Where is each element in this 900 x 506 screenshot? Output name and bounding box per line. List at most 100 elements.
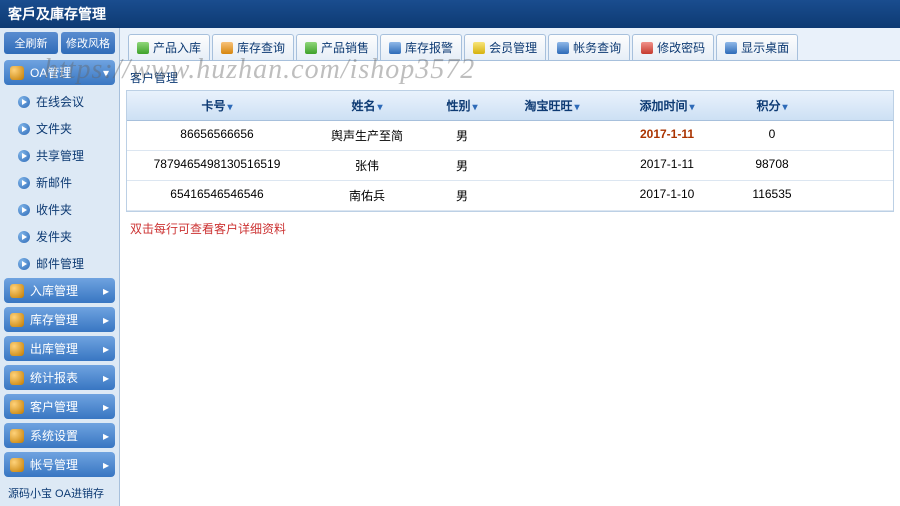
- book-icon: [557, 42, 569, 54]
- cell-actions: [817, 121, 893, 150]
- table-row[interactable]: 86656566656舆声生产至简男 2017-1-110: [127, 121, 893, 151]
- col-name[interactable]: 姓名▾: [307, 91, 427, 120]
- sidebar-group-account[interactable]: 帐号管理▸: [4, 452, 115, 477]
- col-wangwang[interactable]: 淘宝旺旺▾: [497, 91, 607, 120]
- chevron-right-icon: ▸: [103, 458, 109, 472]
- tab-alarm[interactable]: 库存报警: [380, 34, 462, 60]
- cell-card: 787946549813051651​9: [127, 151, 307, 180]
- gear-icon: [10, 429, 24, 443]
- col-sex[interactable]: 性别▾: [427, 91, 497, 120]
- tab-accounts[interactable]: 帐务查询: [548, 34, 630, 60]
- bell-icon: [389, 42, 401, 54]
- cell-name: 张伟: [307, 151, 427, 180]
- sidebar-item-share[interactable]: 共享管理: [4, 143, 115, 168]
- tab-sales[interactable]: 产品销售: [296, 34, 378, 60]
- lock-icon: [641, 42, 653, 54]
- tab-stockquery[interactable]: 库存查询: [212, 34, 294, 60]
- box-icon: [10, 313, 24, 327]
- home-icon: [10, 66, 24, 80]
- col-date[interactable]: 添加时间▾: [607, 91, 727, 120]
- users-icon: [473, 42, 485, 54]
- play-icon: [18, 177, 30, 189]
- sidebar-item-newmail[interactable]: 新邮件: [4, 170, 115, 195]
- cell-card: 86656566656: [127, 121, 307, 150]
- chevron-right-icon: ▸: [103, 342, 109, 356]
- cell-wangwang: [497, 181, 607, 210]
- cell-date: 2017-1-11: [607, 121, 727, 150]
- sidebar-group-inventory[interactable]: 库存管理▸: [4, 307, 115, 332]
- chart-icon: [10, 371, 24, 385]
- chevron-right-icon: ▸: [103, 313, 109, 327]
- cell-points: 116535: [727, 181, 817, 210]
- play-icon: [18, 96, 30, 108]
- cell-sex: 男: [427, 121, 497, 150]
- sort-icon: ▾: [472, 102, 477, 113]
- tag-icon: [305, 42, 317, 54]
- main-panel: 产品入库 库存查询 产品销售 库存报警 会员管理 帐务查询 修改密码 显示桌面 …: [120, 28, 900, 506]
- col-actions: [817, 91, 893, 120]
- tab-desktop[interactable]: 显示桌面: [716, 34, 798, 60]
- play-icon: [18, 231, 30, 243]
- sidebar-group-customer[interactable]: 客户管理▸: [4, 394, 115, 419]
- tab-member[interactable]: 会员管理: [464, 34, 546, 60]
- box-icon: [10, 284, 24, 298]
- chevron-right-icon: ▸: [103, 284, 109, 298]
- cell-actions: [817, 181, 893, 210]
- cell-date: 2017-1-10: [607, 181, 727, 210]
- sort-icon: ▾: [574, 102, 579, 113]
- app-header: 客戶及庫存管理: [0, 0, 900, 28]
- sidebar-group-stockin[interactable]: 入库管理▸: [4, 278, 115, 303]
- sidebar-item-outbox[interactable]: 发件夹: [4, 224, 115, 249]
- sidebar-footer: 源码小宝 OA进销存: [4, 481, 115, 505]
- sort-icon: ▾: [227, 102, 232, 113]
- play-icon: [18, 204, 30, 216]
- cell-name: 南佑兵: [307, 181, 427, 210]
- customer-table: 卡号▾ 姓名▾ 性别▾ 淘宝旺旺▾ 添加时间▾ 积分▾ 86656566656舆…: [126, 90, 894, 212]
- page-title: 客户管理: [120, 61, 900, 90]
- sort-icon: ▾: [377, 102, 382, 113]
- sidebar: 全刷新 修改风格 OA管理 ▾ 在线会议 文件夹 共享管理 新邮件 收件夹 发件…: [0, 28, 120, 506]
- cell-wangwang: [497, 121, 607, 150]
- sort-icon: ▾: [782, 102, 787, 113]
- key-icon: [10, 458, 24, 472]
- arrow-in-icon: [137, 42, 149, 54]
- cell-date: 2017-1-11: [607, 151, 727, 180]
- chevron-right-icon: ▸: [103, 371, 109, 385]
- tab-stockin[interactable]: 产品入库: [128, 34, 210, 60]
- app-title: 客戶及庫存管理: [8, 4, 106, 24]
- sidebar-group-label: OA管理: [30, 64, 71, 81]
- cell-sex: 男: [427, 181, 497, 210]
- sidebar-group-stockout[interactable]: 出库管理▸: [4, 336, 115, 361]
- table-row[interactable]: 65416546546546南佑兵男 2017-1-10116535: [127, 181, 893, 211]
- box-icon: [10, 342, 24, 356]
- col-points[interactable]: 积分▾: [727, 91, 817, 120]
- cell-actions: [817, 151, 893, 180]
- sidebar-item-mailmgr[interactable]: 邮件管理: [4, 251, 115, 276]
- chevron-right-icon: ▸: [103, 400, 109, 414]
- cell-sex: 男: [427, 151, 497, 180]
- change-style-button[interactable]: 修改风格: [61, 32, 115, 54]
- play-icon: [18, 123, 30, 135]
- sort-icon: ▾: [689, 102, 694, 113]
- tab-password[interactable]: 修改密码: [632, 34, 714, 60]
- table-row[interactable]: 787946549813051651​9张伟男 2017-1-1198708: [127, 151, 893, 181]
- cell-name: 舆声生产至简: [307, 121, 427, 150]
- sidebar-group-report[interactable]: 统计报表▸: [4, 365, 115, 390]
- cell-points: 98708: [727, 151, 817, 180]
- monitor-icon: [725, 42, 737, 54]
- table-hint: 双击每行可查看客户详细资料: [120, 212, 900, 245]
- cell-points: 0: [727, 121, 817, 150]
- tabbar: 产品入库 库存查询 产品销售 库存报警 会员管理 帐务查询 修改密码 显示桌面: [120, 28, 900, 61]
- search-icon: [221, 42, 233, 54]
- cell-card: 65416546546546: [127, 181, 307, 210]
- sidebar-item-meeting[interactable]: 在线会议: [4, 89, 115, 114]
- sidebar-group-settings[interactable]: 系统设置▸: [4, 423, 115, 448]
- refresh-all-button[interactable]: 全刷新: [4, 32, 58, 54]
- chevron-down-icon: ▾: [103, 66, 109, 80]
- play-icon: [18, 258, 30, 270]
- sidebar-group-oa[interactable]: OA管理 ▾: [4, 60, 115, 85]
- table-header: 卡号▾ 姓名▾ 性别▾ 淘宝旺旺▾ 添加时间▾ 积分▾: [127, 91, 893, 121]
- sidebar-item-folder[interactable]: 文件夹: [4, 116, 115, 141]
- col-card[interactable]: 卡号▾: [127, 91, 307, 120]
- sidebar-item-inbox[interactable]: 收件夹: [4, 197, 115, 222]
